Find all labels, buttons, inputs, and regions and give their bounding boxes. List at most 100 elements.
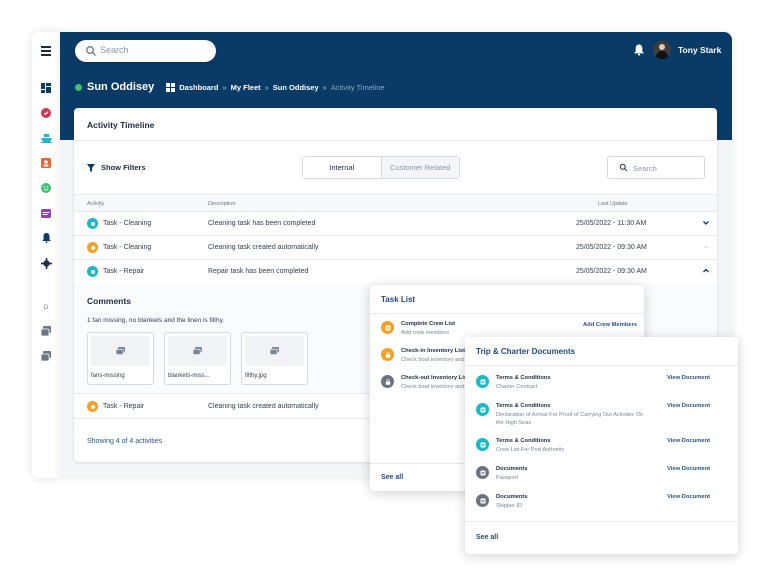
document-icon <box>476 403 489 416</box>
breadcrumb: Sun Oddisey Dashboard » My Fleet » Sun O… <box>75 80 385 94</box>
breadcrumb-current: Activity Timeline <box>330 82 385 92</box>
row-activity: Task - Repair <box>103 403 145 410</box>
task-title: Check-in Inventory List <box>401 348 466 354</box>
card-title: Activity Timeline <box>87 120 155 130</box>
status-dot-icon <box>87 242 98 253</box>
dashboard-icon[interactable] <box>40 82 52 94</box>
chevron-down-icon[interactable] <box>702 219 710 227</box>
task-title: Check-out Inventory List <box>401 375 469 381</box>
global-search-input[interactable]: Search <box>75 40 216 62</box>
image-icon <box>193 347 202 355</box>
row-date: 25/05/2022 - 09:30 AM <box>576 268 647 275</box>
document-subtitle: the High Seas <box>496 420 532 426</box>
status-dot-icon <box>87 266 98 277</box>
breadcrumb-separator: » <box>264 82 269 92</box>
attachment[interactable]: fans-missing <box>87 332 154 385</box>
menu-icon[interactable] <box>40 45 52 57</box>
document-title: Terms & Conditions <box>496 438 551 444</box>
document-icon <box>476 494 489 507</box>
image-icon <box>116 347 125 355</box>
attachment[interactable]: blankets-miss... <box>164 332 231 385</box>
divider <box>465 365 738 366</box>
chevron-up-icon[interactable] <box>702 267 710 275</box>
avatar[interactable] <box>653 41 671 59</box>
left-rail: D <box>32 32 60 478</box>
table-row[interactable]: Task - Cleaning Cleaning task has been c… <box>74 212 717 236</box>
divider <box>370 313 644 314</box>
panel-title: Trip & Charter Documents <box>476 347 576 356</box>
letter-d-icon[interactable]: D <box>40 302 52 314</box>
trip-documents-panel: Trip & Charter Documents Terms & Conditi… <box>465 337 738 554</box>
breadcrumb-separator: » <box>322 82 327 92</box>
view-document-link[interactable]: View Document <box>667 375 710 381</box>
document-title: Terms & Conditions <box>496 375 551 381</box>
row-date: 25/05/2022 - 11:30 AM <box>576 220 647 227</box>
smiley-icon[interactable] <box>40 182 52 194</box>
add-crew-members-link[interactable]: Add Crew Members <box>583 322 637 328</box>
search-icon <box>86 46 96 56</box>
attachment-name: filthy.jpg <box>245 373 267 379</box>
attachment-name: blankets-miss... <box>168 373 210 379</box>
lock-icon <box>381 375 394 388</box>
show-filters-button[interactable]: Show Filters <box>87 163 146 172</box>
view-document-link[interactable]: View Document <box>667 438 710 444</box>
chevron-down-icon[interactable] <box>702 243 710 251</box>
column-last-update: Last Update <box>598 201 628 207</box>
ship-icon[interactable] <box>40 132 52 144</box>
see-all-documents-link[interactable]: See all <box>476 534 498 541</box>
table-row[interactable]: Task - Repair Repair task has been compl… <box>74 260 717 284</box>
table-header: Activity Description Last Update <box>74 194 717 212</box>
tab-customer-related[interactable]: Customer Related <box>381 157 459 178</box>
user-name[interactable]: Tony Stark <box>678 45 721 55</box>
document-subtitle: Declaration of Arrival For Proof of Carr… <box>496 412 644 418</box>
view-document-link[interactable]: View Document <box>667 466 710 472</box>
row-activity: Task - Cleaning <box>103 244 152 251</box>
divider <box>465 521 738 522</box>
filter-icon <box>87 163 95 172</box>
document-subtitle: Crew List For Port Authority <box>496 447 565 453</box>
column-description: Description <box>208 201 236 207</box>
view-document-link[interactable]: View Document <box>667 403 710 409</box>
tab-internal[interactable]: Internal <box>303 157 382 178</box>
comments-title: Comments <box>87 296 131 306</box>
documents-alt-icon[interactable] <box>40 350 52 362</box>
image-icon <box>270 347 279 355</box>
crew-icon[interactable] <box>40 157 52 169</box>
calendar-icon[interactable] <box>40 207 52 219</box>
status-dot-icon <box>87 218 98 229</box>
search-icon <box>619 163 628 172</box>
breadcrumb-dashboard[interactable]: Dashboard <box>179 83 218 92</box>
task-subtitle: Add crew members <box>401 330 450 336</box>
breadcrumb-my-fleet[interactable]: My Fleet <box>231 83 261 92</box>
row-activity: Task - Cleaning <box>103 220 152 227</box>
document-icon <box>476 375 489 388</box>
check-badge-icon[interactable] <box>40 107 52 119</box>
attachment[interactable]: filthy.jpg <box>241 332 308 385</box>
vessel-name: Sun Oddisey <box>87 81 155 93</box>
breadcrumb-vessel[interactable]: Sun Oddisey <box>273 83 319 92</box>
document-subtitle: Charter Contract <box>496 384 538 390</box>
row-description: Cleaning task has been completed <box>208 220 316 227</box>
row-description: Cleaning task created automatically <box>208 244 319 251</box>
view-document-link[interactable]: View Document <box>667 494 710 500</box>
screen: D Search Tony Stark Sun Oddisey Dashboar… <box>0 0 764 569</box>
settings-icon[interactable] <box>40 257 52 269</box>
bell-icon[interactable] <box>40 232 52 244</box>
see-all-tasks-link[interactable]: See all <box>381 474 403 481</box>
timeline-search-input[interactable]: Search <box>607 156 705 179</box>
document-subtitle: Passport <box>496 475 519 481</box>
document-title: Terms & Conditions <box>496 403 551 409</box>
notifications-bell-icon[interactable] <box>634 44 644 56</box>
results-count: Showing 4 of 4 activities <box>87 438 163 445</box>
table-row[interactable]: Task - Cleaning Cleaning task created au… <box>74 236 717 260</box>
row-description: Cleaning task created automatically <box>208 403 319 410</box>
attachment-name: fans-missing <box>91 373 125 379</box>
lock-icon <box>381 348 394 361</box>
document-icon <box>476 438 489 451</box>
task-title: Complete Crew List <box>401 321 456 327</box>
documents-icon[interactable] <box>40 325 52 337</box>
document-title: Documents <box>496 466 528 472</box>
panel-title: Task List <box>381 295 416 304</box>
row-activity: Task - Repair <box>103 268 145 275</box>
search-placeholder: Search <box>100 45 129 55</box>
